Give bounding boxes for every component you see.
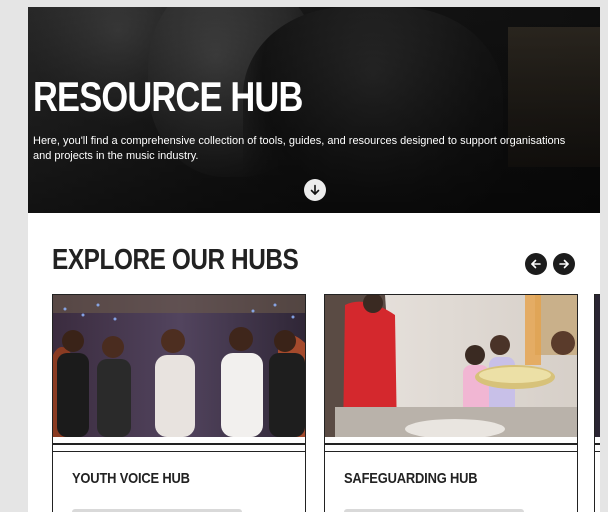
children-drum-workshop-photo (325, 295, 577, 437)
card-divider (325, 443, 577, 445)
partial-card-photo (595, 295, 600, 437)
card-divider (53, 443, 305, 445)
hub-card-safeguarding[interactable]: SAFEGUARDING HUB (324, 294, 578, 512)
hero-title: RESOURCE HUB (33, 73, 303, 120)
hub-card-title: YOUTH VOICE HUB (72, 470, 190, 487)
carousel-prev-button[interactable] (525, 253, 547, 275)
hub-card-partial[interactable] (594, 294, 600, 512)
hero-description: Here, you'll find a comprehensive collec… (33, 135, 566, 162)
arrow-right-icon (559, 259, 569, 269)
hub-card-title: SAFEGUARDING HUB (344, 470, 478, 487)
page: RESOURCE HUB Here, you'll find a compreh… (28, 7, 600, 512)
card-divider (53, 451, 305, 452)
hub-card-youth-voice[interactable]: YOUTH VOICE HUB (52, 294, 306, 512)
arrow-left-icon (531, 259, 541, 269)
arrow-down-icon (310, 184, 320, 195)
card-divider (595, 443, 600, 445)
choir-singers-photo (53, 295, 305, 437)
carousel-next-button[interactable] (553, 253, 575, 275)
card-divider (325, 451, 577, 452)
card-divider (595, 451, 600, 452)
scroll-down-button[interactable] (304, 179, 326, 201)
hero-banner: RESOURCE HUB Here, you'll find a compreh… (28, 7, 600, 213)
explore-hubs-heading: EXPLORE OUR HUBS (52, 244, 299, 276)
